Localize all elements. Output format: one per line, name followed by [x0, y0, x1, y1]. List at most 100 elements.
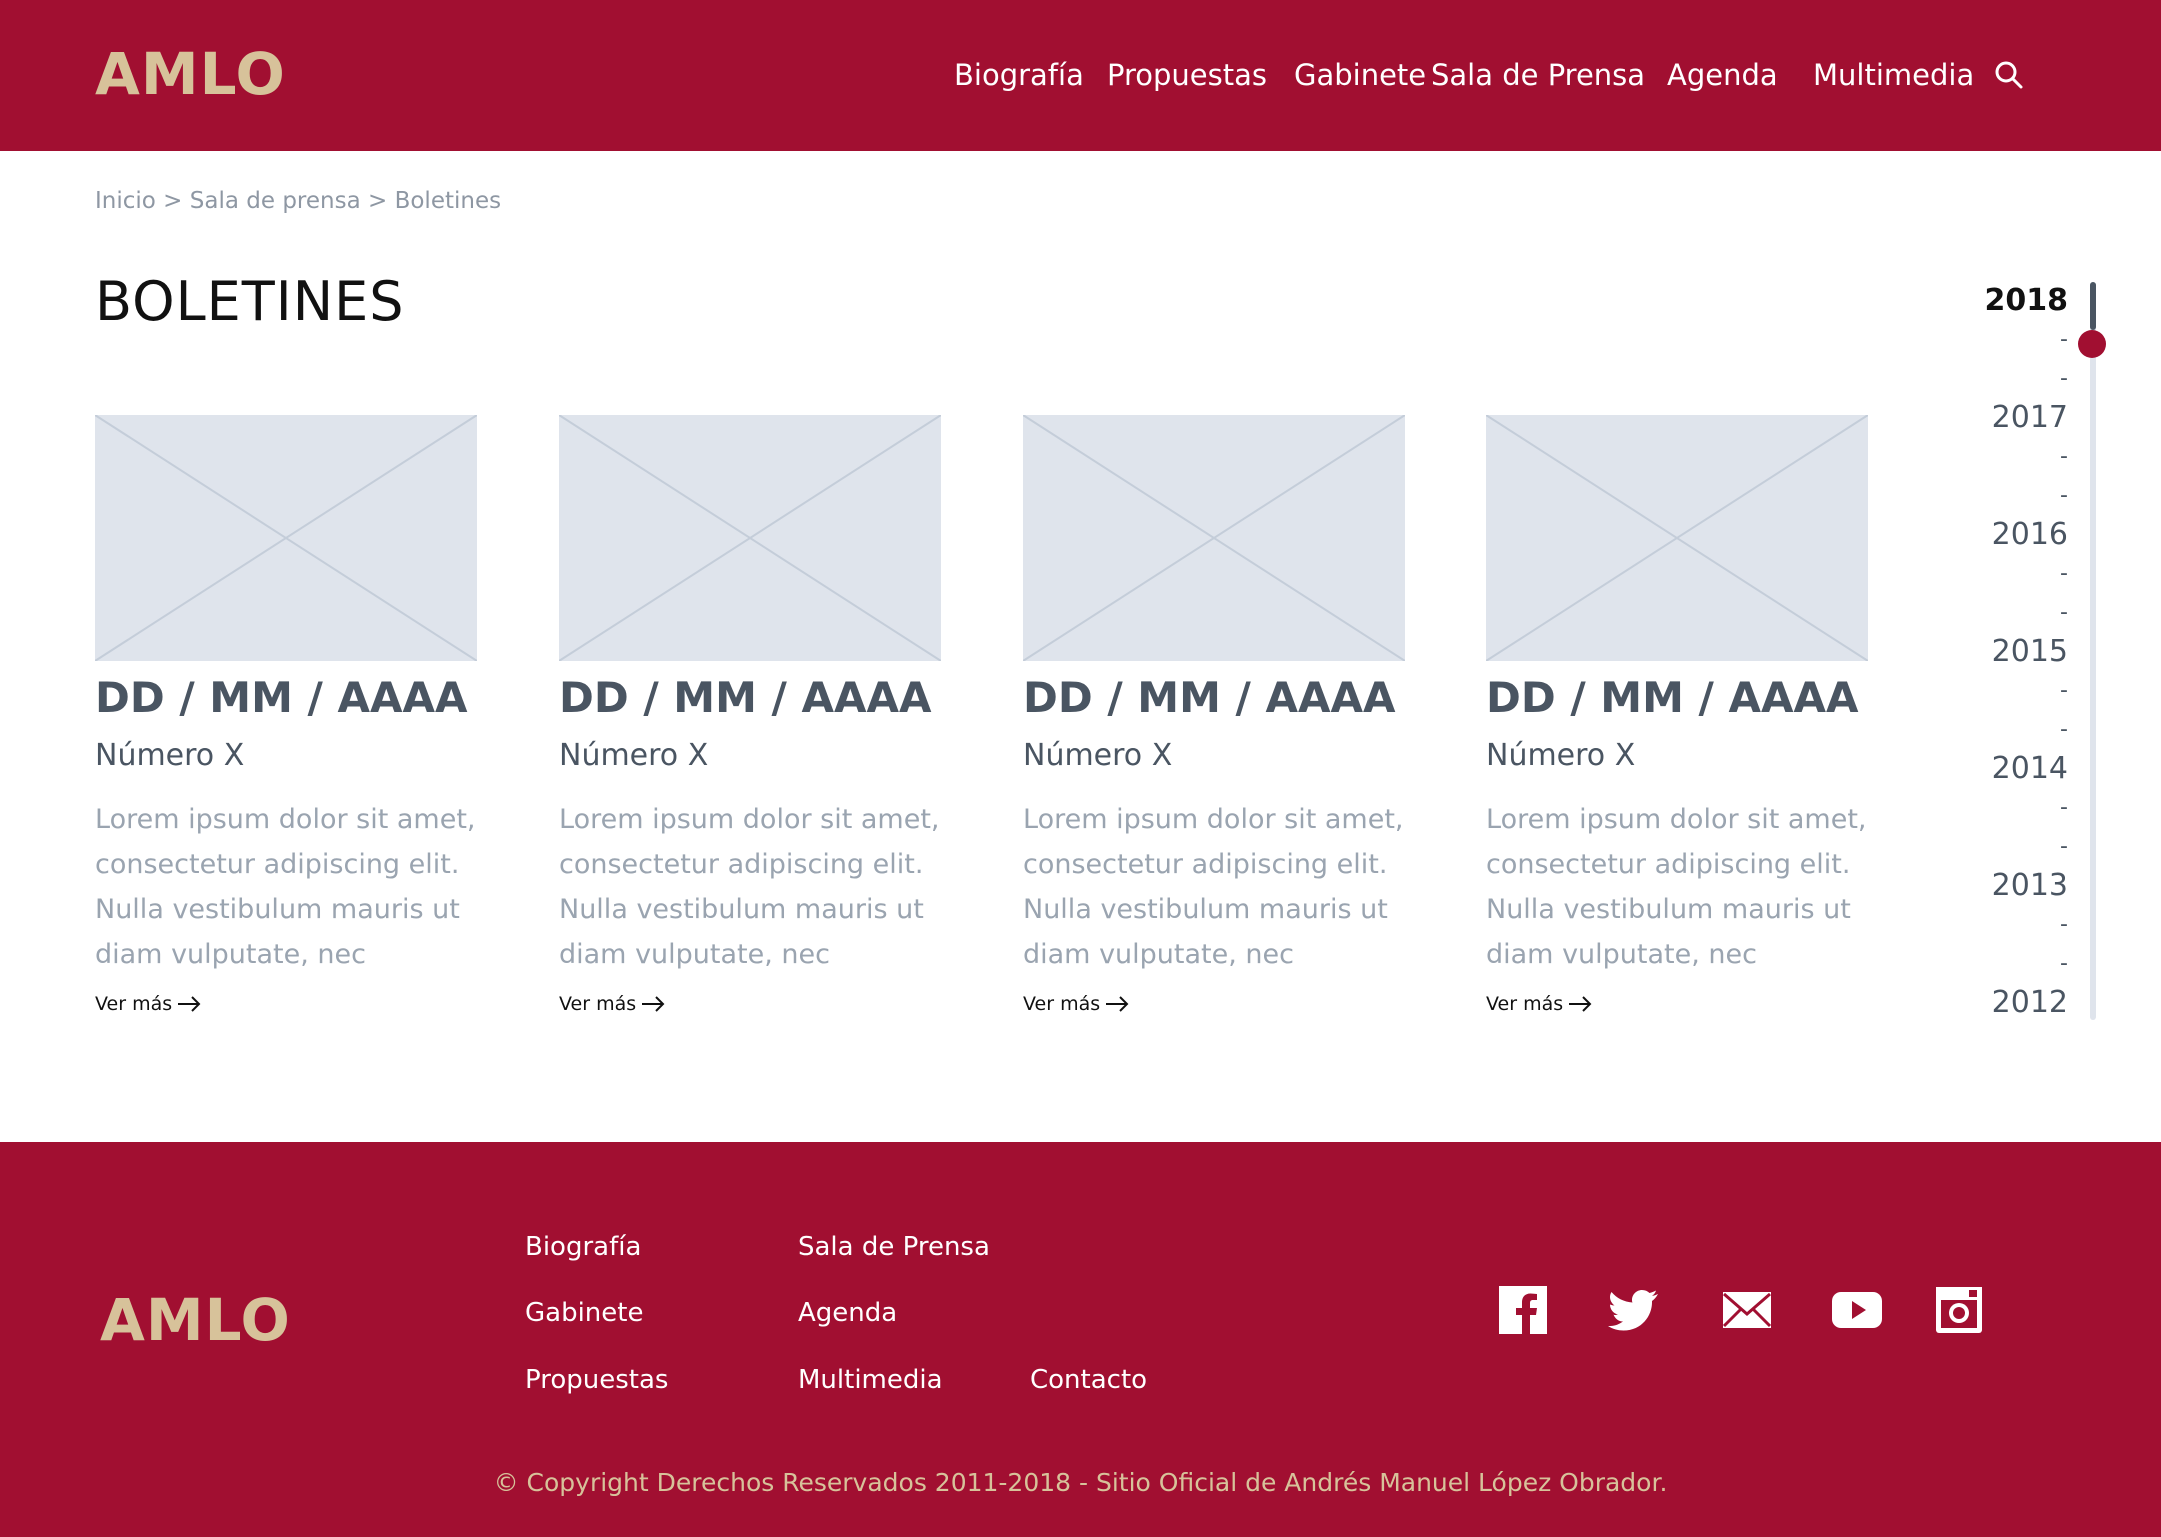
- ver-mas-link[interactable]: Ver más: [95, 993, 202, 1015]
- footer-link-multimedia[interactable]: Multimedia: [798, 1365, 943, 1395]
- ver-mas-label: Ver más: [559, 993, 637, 1015]
- bulletin-date: DD / MM / AAAA: [95, 673, 468, 722]
- site-logo[interactable]: AMLO: [95, 40, 286, 108]
- timeline-dash: -: [2060, 366, 2068, 391]
- instagram-icon[interactable]: [1933, 1284, 1985, 1336]
- nav-item-propuestas[interactable]: Propuestas: [1107, 58, 1267, 92]
- ver-mas-label: Ver más: [95, 993, 173, 1015]
- description-line: Nulla vestibulum mauris ut: [1486, 894, 1851, 925]
- timeline-dash: -: [2060, 483, 2068, 508]
- timeline-dash: -: [2060, 834, 2068, 859]
- timeline-dash: -: [2060, 561, 2068, 586]
- bulletin-number: Número X: [95, 738, 245, 773]
- year-2013[interactable]: 2013: [1992, 868, 2068, 903]
- bulletin-card: DD / MM / AAAA Número X Lorem ipsum dolo…: [1023, 415, 1405, 1015]
- description-line: Lorem ipsum dolor sit amet,: [95, 804, 476, 835]
- bulletin-card: DD / MM / AAAA Número X Lorem ipsum dolo…: [95, 415, 477, 1015]
- description-line: diam vulputate, nec: [1023, 939, 1294, 970]
- bulletin-description: Lorem ipsum dolor sit amet, consectetur …: [95, 797, 477, 977]
- description-line: consectetur adipiscing elit.: [95, 849, 460, 880]
- bulletin-number: Número X: [559, 738, 709, 773]
- timeline-active-segment: [2090, 282, 2096, 330]
- search-icon[interactable]: [1994, 60, 2024, 90]
- bulletin-card: DD / MM / AAAA Número X Lorem ipsum dolo…: [559, 415, 941, 1015]
- timeline-dash: -: [2060, 951, 2068, 976]
- bulletin-date: DD / MM / AAAA: [1023, 673, 1396, 722]
- image-placeholder-icon[interactable]: [1486, 415, 1868, 661]
- site-header: AMLO Biografía Propuestas Gabinete Sala …: [0, 0, 2161, 151]
- bulletin-card: DD / MM / AAAA Número X Lorem ipsum dolo…: [1486, 415, 1868, 1015]
- arrow-right-icon: [1106, 996, 1129, 1012]
- bulletin-number: Número X: [1023, 738, 1173, 773]
- page-title: BOLETINES: [95, 270, 405, 333]
- nav-item-gabinete[interactable]: Gabinete: [1294, 58, 1426, 92]
- breadcrumb-boletines: Boletines: [394, 188, 502, 214]
- youtube-icon[interactable]: [1831, 1284, 1883, 1336]
- description-line: diam vulputate, nec: [559, 939, 830, 970]
- twitter-icon: [1608, 1290, 1658, 1331]
- ver-mas-link[interactable]: Ver más: [1486, 993, 1593, 1015]
- description-line: Lorem ipsum dolor sit amet,: [1023, 804, 1404, 835]
- facebook-icon: [1499, 1286, 1547, 1334]
- timeline-dash: -: [2060, 678, 2068, 703]
- description-line: consectetur adipiscing elit.: [1023, 849, 1388, 880]
- year-2014[interactable]: 2014: [1992, 751, 2068, 786]
- youtube-icon: [1832, 1292, 1882, 1328]
- facebook-icon[interactable]: [1497, 1284, 1549, 1336]
- description-line: Nulla vestibulum mauris ut: [1023, 894, 1388, 925]
- bulletin-description: Lorem ipsum dolor sit amet, consectetur …: [559, 797, 941, 977]
- description-line: consectetur adipiscing elit.: [1486, 849, 1851, 880]
- timeline-slider-handle[interactable]: [2078, 330, 2106, 358]
- breadcrumb-sala-de-prensa[interactable]: Sala de prensa: [190, 188, 361, 214]
- ver-mas-label: Ver más: [1486, 993, 1564, 1015]
- site-footer: AMLO Biografía Sala de Prensa Gabinete A…: [0, 1142, 2161, 1537]
- mail-icon: [1722, 1292, 1772, 1328]
- description-line: Lorem ipsum dolor sit amet,: [559, 804, 940, 835]
- image-placeholder-icon[interactable]: [559, 415, 941, 661]
- description-line: Nulla vestibulum mauris ut: [559, 894, 924, 925]
- bulletin-description: Lorem ipsum dolor sit amet, consectetur …: [1023, 797, 1405, 977]
- ver-mas-label: Ver más: [1023, 993, 1101, 1015]
- bulletin-description: Lorem ipsum dolor sit amet, consectetur …: [1486, 797, 1868, 977]
- copyright-text: © Copyright Derechos Reservados 2011-201…: [493, 1468, 1668, 1497]
- footer-link-propuestas[interactable]: Propuestas: [525, 1365, 668, 1395]
- footer-link-biografia[interactable]: Biografía: [525, 1232, 641, 1262]
- year-2018[interactable]: 2018: [1985, 283, 2069, 318]
- ver-mas-link[interactable]: Ver más: [559, 993, 666, 1015]
- timeline-dash: -: [2060, 327, 2068, 352]
- image-placeholder-icon[interactable]: [95, 415, 477, 661]
- ver-mas-link[interactable]: Ver más: [1023, 993, 1130, 1015]
- year-2015[interactable]: 2015: [1992, 634, 2068, 669]
- twitter-icon[interactable]: [1608, 1284, 1660, 1336]
- description-line: diam vulputate, nec: [1486, 939, 1757, 970]
- nav-item-multimedia[interactable]: Multimedia: [1813, 58, 1974, 92]
- footer-link-contacto[interactable]: Contacto: [1030, 1365, 1147, 1395]
- breadcrumb-separator: >: [163, 188, 183, 214]
- year-2012[interactable]: 2012: [1992, 985, 2068, 1020]
- nav-item-biografia[interactable]: Biografía: [954, 58, 1084, 92]
- footer-link-gabinete[interactable]: Gabinete: [525, 1298, 643, 1328]
- year-2017[interactable]: 2017: [1992, 400, 2068, 435]
- bulletin-date: DD / MM / AAAA: [559, 673, 932, 722]
- arrow-right-icon: [642, 996, 665, 1012]
- bulletin-date: DD / MM / AAAA: [1486, 673, 1859, 722]
- timeline-dash: -: [2060, 717, 2068, 742]
- nav-item-sala-de-prensa[interactable]: Sala de Prensa: [1431, 58, 1645, 92]
- year-2016[interactable]: 2016: [1992, 517, 2068, 552]
- description-line: Lorem ipsum dolor sit amet,: [1486, 804, 1867, 835]
- image-placeholder-icon[interactable]: [1023, 415, 1405, 661]
- mail-icon[interactable]: [1721, 1284, 1773, 1336]
- nav-item-agenda[interactable]: Agenda: [1667, 58, 1778, 92]
- arrow-right-icon: [178, 996, 201, 1012]
- breadcrumb-separator: >: [367, 188, 388, 214]
- timeline-track[interactable]: [2090, 282, 2096, 1020]
- description-line: diam vulputate, nec: [95, 939, 366, 970]
- breadcrumb: Inicio > Sala de prensa > Boletines: [95, 188, 501, 214]
- breadcrumb-inicio[interactable]: Inicio: [95, 188, 156, 214]
- arrow-right-icon: [1569, 996, 1592, 1012]
- footer-link-sala-de-prensa[interactable]: Sala de Prensa: [798, 1232, 990, 1262]
- footer-logo[interactable]: AMLO: [100, 1286, 291, 1354]
- timeline-dash: -: [2060, 444, 2068, 469]
- footer-link-agenda[interactable]: Agenda: [798, 1298, 897, 1328]
- instagram-icon: [1936, 1287, 1982, 1333]
